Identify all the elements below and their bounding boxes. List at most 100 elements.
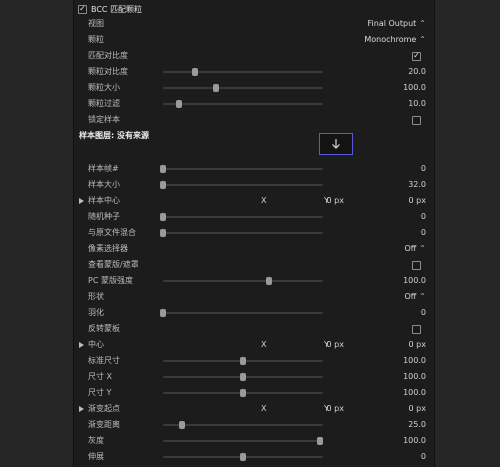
sample-center-y-value[interactable]: 0 px (409, 194, 426, 208)
blend-original-slider[interactable] (160, 229, 323, 237)
slider-thumb[interactable] (192, 68, 198, 76)
slider-thumb[interactable] (240, 357, 246, 365)
shape-label: 形状 (88, 292, 104, 301)
pixel-selector-popup[interactable]: Off ⌃ (404, 242, 426, 256)
size-y-value[interactable]: 100.0 (403, 386, 426, 400)
random-seed-value[interactable]: 0 (421, 210, 426, 224)
center-x-value[interactable]: 0 px (327, 338, 344, 352)
slider-thumb[interactable] (316, 437, 323, 445)
gradient-dist-value[interactable]: 25.0 (408, 418, 426, 432)
shape-popup[interactable]: Off ⌃ (404, 290, 426, 304)
row-center: 中心 X 0 px Y 0 px (74, 338, 434, 352)
stretch-slider[interactable] (163, 453, 323, 461)
slider-thumb[interactable] (160, 309, 166, 317)
slider-thumb[interactable] (240, 373, 246, 381)
gradient-start-x-value[interactable]: 0 px (327, 402, 344, 416)
center-y-label: Y (324, 340, 329, 349)
grain-filter-slider[interactable] (163, 100, 323, 108)
blend-original-value[interactable]: 0 (421, 226, 426, 240)
view-matte-label: 查看蒙版/遮罩 (88, 260, 139, 269)
std-size-slider[interactable] (163, 357, 323, 365)
sample-layer-drop-well[interactable] (319, 133, 353, 155)
grain-contrast-value[interactable]: 20.0 (408, 65, 426, 79)
invert-matte-checkbox[interactable] (412, 325, 421, 334)
grain-popup[interactable]: Monochrome ⌃ (364, 33, 426, 47)
grain-contrast-slider[interactable] (163, 68, 323, 76)
chevron-updown-icon: ⌃ (419, 292, 426, 301)
slider-thumb[interactable] (265, 277, 272, 285)
down-arrow-icon (332, 139, 340, 149)
grain-size-value[interactable]: 100.0 (403, 81, 426, 95)
pc-matte-value[interactable]: 100.0 (403, 274, 426, 288)
pixel-selector-label: 像素选择器 (88, 244, 128, 253)
row-grain: 颗粒 Monochrome ⌃ (74, 33, 434, 47)
triangle-right-icon[interactable] (79, 406, 84, 412)
row-lock-sample: 锁定样本 (74, 113, 434, 127)
sample-size-value[interactable]: 32.0 (408, 178, 426, 192)
slider-thumb[interactable] (176, 100, 182, 108)
grain-filter-value[interactable]: 10.0 (408, 97, 426, 111)
view-matte-checkbox[interactable] (412, 261, 421, 270)
row-stretch: 伸展 0 (74, 450, 434, 464)
pc-matte-label: PC 蒙版强度 (88, 276, 133, 285)
match-contrast-label: 匹配对比度 (88, 51, 128, 60)
stretch-label: 伸展 (88, 452, 104, 461)
slider-thumb[interactable] (240, 453, 246, 461)
match-contrast-checkbox[interactable]: ✓ (412, 51, 421, 61)
random-seed-slider[interactable] (160, 213, 323, 221)
row-sample-frames: 样本帧# 0 (74, 162, 434, 176)
sample-size-label: 样本大小 (88, 180, 120, 189)
row-feather: 羽化 0 (74, 306, 434, 320)
pc-matte-slider[interactable] (163, 277, 323, 285)
sample-center-x-value[interactable]: 0 px (327, 194, 344, 208)
gradient-start-y-value[interactable]: 0 px (409, 402, 426, 416)
row-view: 视图 Final Output ⌃ (74, 17, 434, 31)
triangle-right-icon[interactable] (79, 198, 84, 204)
grain-contrast-label: 颗粒对比度 (88, 67, 128, 76)
slider-thumb[interactable] (160, 181, 166, 189)
sample-frames-value[interactable]: 0 (421, 162, 426, 176)
feather-value[interactable]: 0 (421, 306, 426, 320)
slider-thumb[interactable] (160, 229, 166, 237)
view-value: Final Output (367, 19, 417, 28)
feather-slider[interactable] (160, 309, 323, 317)
row-sample-center: 样本中心 X 0 px Y 0 px (74, 194, 434, 208)
grain-filter-label: 颗粒过滤 (88, 99, 120, 108)
random-seed-label: 随机种子 (88, 212, 120, 221)
slider-thumb[interactable] (240, 389, 246, 397)
gradient-start-y-label: Y (324, 404, 329, 413)
slider-thumb[interactable] (160, 165, 166, 173)
gray-slider[interactable] (163, 437, 323, 445)
std-size-value[interactable]: 100.0 (403, 354, 426, 368)
row-shape: 形状 Off ⌃ (74, 290, 434, 304)
feather-label: 羽化 (88, 308, 104, 317)
size-y-slider[interactable] (163, 389, 323, 397)
gray-value[interactable]: 100.0 (403, 434, 426, 448)
lock-sample-checkbox[interactable] (412, 116, 421, 125)
sample-size-slider[interactable] (160, 181, 323, 189)
gradient-dist-slider[interactable] (163, 421, 323, 429)
sample-frames-slider[interactable] (160, 165, 323, 173)
size-x-value[interactable]: 100.0 (403, 370, 426, 384)
row-grain-contrast: 颗粒对比度 20.0 (74, 65, 434, 79)
slider-thumb[interactable] (212, 84, 219, 92)
sample-center-label: 样本中心 (88, 196, 120, 205)
std-size-label: 标准尺寸 (88, 356, 120, 365)
gradient-dist-label: 渐变距离 (88, 420, 120, 429)
invert-matte-label: 反转蒙板 (88, 324, 120, 333)
row-size-x: 尺寸 X 100.0 (74, 370, 434, 384)
triangle-right-icon[interactable] (79, 342, 84, 348)
grain-size-slider[interactable] (163, 84, 323, 92)
size-x-slider[interactable] (163, 373, 323, 381)
gradient-start-x-label: X (261, 404, 267, 413)
stretch-value[interactable]: 0 (421, 450, 426, 464)
gray-label: 灰度 (88, 436, 104, 445)
slider-thumb[interactable] (179, 421, 186, 429)
slider-thumb[interactable] (160, 213, 166, 221)
checkmark-icon: ✓ (413, 51, 420, 60)
row-pc-matte: PC 蒙版强度 100.0 (74, 274, 434, 288)
effect-enable-checkbox[interactable]: ✓ (78, 4, 87, 14)
row-view-matte: 查看蒙版/遮罩 (74, 258, 434, 272)
center-y-value[interactable]: 0 px (409, 338, 426, 352)
view-popup[interactable]: Final Output ⌃ (368, 17, 426, 31)
